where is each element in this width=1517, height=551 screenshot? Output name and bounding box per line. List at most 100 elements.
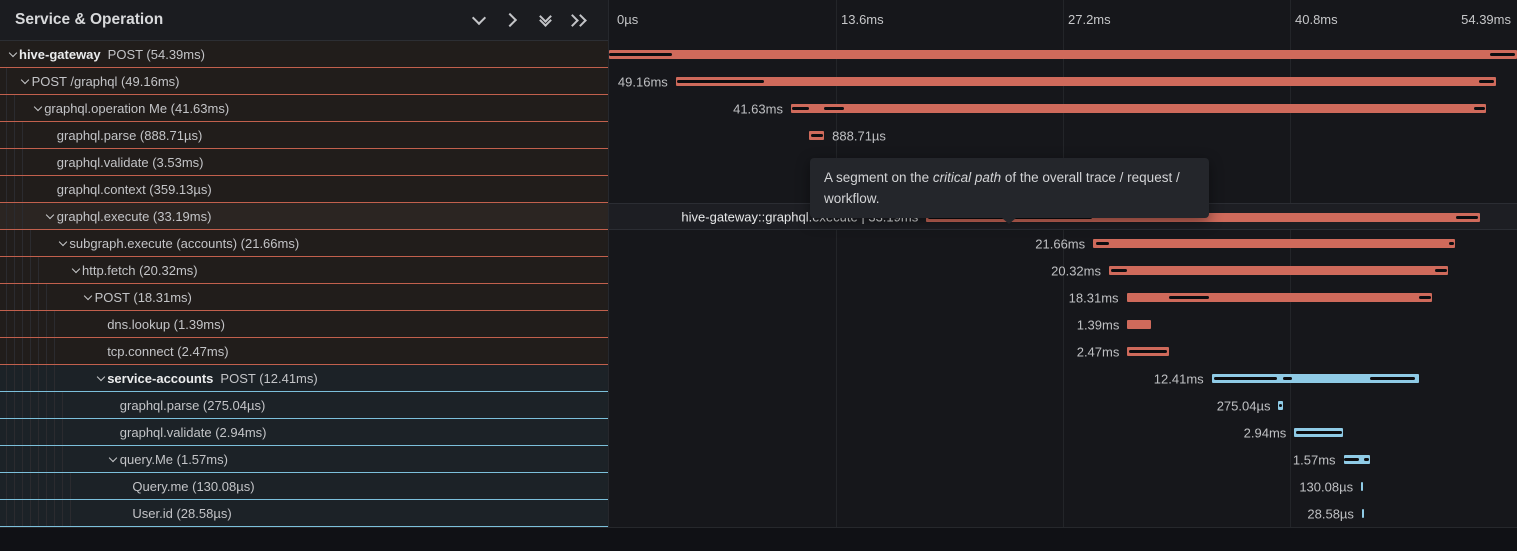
span-bar[interactable] [1127, 347, 1168, 356]
critical-path-segment[interactable] [1214, 377, 1277, 380]
span-bar-row[interactable]: 888.71µs [609, 122, 1517, 149]
critical-path-segment[interactable] [1370, 377, 1415, 380]
span-bar-row[interactable]: 18.31ms [609, 284, 1517, 311]
span-bar-row[interactable]: 2.47ms [609, 338, 1517, 365]
span-bar[interactable] [609, 50, 1517, 59]
span-bar[interactable] [809, 131, 824, 140]
span-name-row[interactable]: graphql.operation Me (41.63ms) [0, 95, 608, 122]
critical-path-segment[interactable] [1435, 269, 1447, 272]
indent-guide [22, 176, 23, 202]
expand-caret-icon[interactable] [94, 372, 107, 385]
indent-guide [22, 419, 23, 445]
span-duration-label: 130.08µs [1299, 479, 1353, 494]
indent-guide [14, 122, 15, 148]
critical-path-segment[interactable] [1490, 53, 1514, 56]
span-name-row[interactable]: graphql.parse (888.71µs) [0, 122, 608, 149]
span-name-row[interactable]: User.id (28.58µs) [0, 500, 608, 527]
critical-path-segment[interactable] [792, 107, 810, 110]
span-bar-row[interactable]: 1.39ms [609, 311, 1517, 338]
span-bar[interactable] [1361, 482, 1363, 491]
expand-caret-icon[interactable] [69, 264, 82, 277]
span-name-row[interactable]: service-accountsPOST (12.41ms) [0, 365, 608, 392]
expand-caret-icon[interactable] [31, 102, 44, 115]
span-bar[interactable] [1344, 455, 1370, 464]
span-name-row[interactable]: tcp.connect (2.47ms) [0, 338, 608, 365]
span-name-row[interactable]: graphql.validate (3.53ms) [0, 149, 608, 176]
indent-guide [22, 230, 23, 256]
expand-caret-icon[interactable] [44, 210, 57, 223]
chevron-down-icon[interactable] [471, 12, 487, 28]
span-name-row[interactable]: query.Me (1.57ms) [0, 446, 608, 473]
critical-path-segment[interactable] [1129, 350, 1167, 353]
span-bar[interactable] [676, 77, 1497, 86]
expand-caret-icon[interactable] [82, 291, 95, 304]
span-name-row[interactable]: graphql.validate (2.94ms) [0, 419, 608, 446]
span-name-row[interactable]: hive-gatewayPOST (54.39ms) [0, 41, 608, 68]
critical-path-segment[interactable] [1283, 377, 1291, 380]
span-name-row[interactable]: graphql.parse (275.04µs) [0, 392, 608, 419]
span-bar-row[interactable]: 1.57ms [609, 446, 1517, 473]
span-bar-row[interactable]: 2.94ms [609, 419, 1517, 446]
span-name-label: graphql.execute (33.19ms) [57, 209, 212, 224]
critical-path-segment[interactable] [1096, 242, 1109, 245]
span-bar[interactable] [1362, 509, 1364, 518]
indent-guide [62, 419, 63, 445]
indent-guide [30, 311, 31, 337]
critical-path-segment[interactable] [1449, 242, 1454, 245]
span-name-row[interactable]: POST /graphql (49.16ms) [0, 68, 608, 95]
critical-path-segment[interactable] [811, 134, 823, 137]
span-name-label: POST (18.31ms) [95, 290, 192, 305]
expand-caret-icon[interactable] [19, 75, 32, 88]
span-name-row[interactable]: subgraph.execute (accounts) (21.66ms) [0, 230, 608, 257]
double-chevron-right-icon[interactable] [570, 12, 586, 28]
critical-path-segment[interactable] [1479, 80, 1494, 83]
critical-path-segment[interactable] [1111, 269, 1126, 272]
span-bar[interactable] [1278, 401, 1283, 410]
span-bar-row[interactable]: 28.58µs [609, 500, 1517, 527]
critical-path-segment[interactable] [1344, 458, 1359, 461]
span-bar[interactable] [1127, 293, 1433, 302]
span-name-row[interactable]: http.fetch (20.32ms) [0, 257, 608, 284]
span-bar[interactable] [1109, 266, 1448, 275]
span-name-row[interactable]: dns.lookup (1.39ms) [0, 311, 608, 338]
span-name-row[interactable]: POST (18.31ms) [0, 284, 608, 311]
span-name-row[interactable]: graphql.execute (33.19ms) [0, 203, 608, 230]
span-bar-row[interactable]: 49.16ms [609, 68, 1517, 95]
span-name-label: graphql.operation Me (41.63ms) [44, 101, 229, 116]
tick-label: 27.2ms [1068, 12, 1111, 27]
critical-path-segment[interactable] [1456, 216, 1478, 219]
indent-guide [6, 500, 7, 526]
critical-path-segment[interactable] [1296, 431, 1342, 434]
span-bar-row[interactable]: 20.32ms [609, 257, 1517, 284]
critical-path-segment[interactable] [1474, 107, 1485, 110]
critical-path-segment[interactable] [1279, 404, 1283, 407]
span-bar-row[interactable]: 41.63ms [609, 95, 1517, 122]
critical-path-segment[interactable] [1419, 296, 1432, 299]
span-bar[interactable] [1093, 239, 1455, 248]
span-bar[interactable] [791, 104, 1486, 113]
critical-path-segment[interactable] [609, 53, 672, 56]
critical-path-segment[interactable] [1169, 296, 1209, 299]
span-bar-row[interactable]: 130.08µs [609, 473, 1517, 500]
span-bar[interactable] [1212, 374, 1419, 383]
critical-path-segment[interactable] [677, 80, 765, 83]
span-bar-row[interactable]: 275.04µs [609, 392, 1517, 419]
span-bar[interactable] [1127, 320, 1150, 329]
span-name-label: graphql.parse (888.71µs) [57, 128, 203, 143]
critical-path-segment[interactable] [824, 107, 844, 110]
expand-caret-icon[interactable] [107, 453, 120, 466]
span-name-row[interactable]: Query.me (130.08µs) [0, 473, 608, 500]
critical-path-segment[interactable] [1364, 458, 1368, 461]
chevron-right-icon[interactable] [504, 12, 520, 28]
span-bar[interactable] [1294, 428, 1343, 437]
span-bar-row[interactable] [609, 41, 1517, 68]
double-chevron-down-icon[interactable] [537, 12, 553, 28]
indent-guide [6, 419, 7, 445]
span-name-row[interactable]: graphql.context (359.13µs) [0, 176, 608, 203]
span-bar-row[interactable]: 12.41ms [609, 365, 1517, 392]
expand-caret-icon[interactable] [56, 237, 69, 250]
indent-guide [30, 446, 31, 472]
critical-path-tooltip: A segment on the critical path of the ov… [810, 158, 1209, 218]
span-bar-row[interactable]: 21.66ms [609, 230, 1517, 257]
expand-caret-icon[interactable] [6, 48, 19, 61]
